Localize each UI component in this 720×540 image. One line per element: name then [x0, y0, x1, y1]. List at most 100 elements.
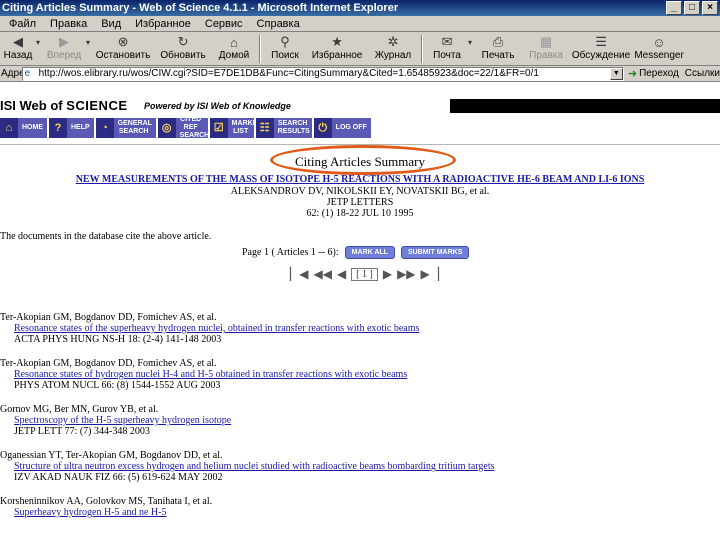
- minimize-button[interactable]: _: [666, 1, 682, 15]
- messenger-icon: ☺: [652, 34, 666, 50]
- list-item: Gornov MG, Ber MN, Gurov YB, et al. Spec…: [0, 404, 720, 437]
- refresh-button[interactable]: ↻ Обновить: [154, 32, 212, 66]
- address-url[interactable]: http://wos.elibrary.ru/wos/CIW.cgi?SID=E…: [39, 68, 610, 79]
- cited-article-title-link[interactable]: NEW MEASUREMENTS OF THE MASS OF ISOTOPE …: [0, 174, 720, 185]
- messenger-button[interactable]: ☺ Messenger: [632, 32, 686, 66]
- mark-all-button[interactable]: MARK ALL: [344, 246, 395, 259]
- menu-help[interactable]: Справка: [250, 18, 307, 30]
- record-title-link[interactable]: Superheavy hydrogen H-5 and ne H-5: [0, 507, 720, 518]
- record-title-link[interactable]: Spectroscopy of the H-5 superheavy hydro…: [0, 415, 720, 426]
- maximize-button[interactable]: □: [684, 1, 700, 15]
- forward-dropdown-icon[interactable]: ▾: [86, 38, 90, 47]
- home-label: Домой: [218, 50, 250, 61]
- search-icon: ⚲: [280, 34, 290, 49]
- wos-logo: ISI Web of SCIENCE: [0, 98, 128, 113]
- previous-page-icon[interactable]: ◀: [337, 267, 346, 281]
- address-input[interactable]: e http://wos.elibrary.ru/wos/CIW.cgi?SID…: [21, 66, 624, 81]
- discuss-button[interactable]: ☰ Обсуждение: [570, 32, 632, 66]
- record-title-link[interactable]: Resonance states of the superheavy hydro…: [0, 323, 720, 334]
- wos-header: ISI Web of SCIENCE Powered by ISI Web of…: [0, 98, 720, 114]
- print-label: Печать: [481, 50, 515, 61]
- menu-bar: Файл Правка Вид Избранное Сервис Справка: [0, 16, 720, 32]
- address-dropdown-icon[interactable]: ▼: [609, 67, 623, 80]
- back-dropdown-icon[interactable]: ▾: [36, 38, 40, 47]
- favorites-icon: ★: [331, 34, 343, 49]
- nav-log-off-label: LOG OFF: [335, 124, 367, 131]
- nav-help-button[interactable]: ? HELP: [49, 118, 94, 138]
- next-page-icon[interactable]: ▶: [383, 267, 392, 281]
- nav-marked-list-button[interactable]: ☑ MARKED LIST: [209, 118, 263, 138]
- record-source: ACTA PHYS HUNG NS-H 18: (2-4) 141-148 20…: [14, 334, 222, 345]
- go-arrow-icon: ➜: [627, 68, 638, 80]
- nav-home-label: HOME: [22, 124, 43, 131]
- nav-home-button[interactable]: ⌂ HOME: [0, 118, 47, 138]
- close-button[interactable]: ×: [702, 1, 718, 15]
- stop-icon: ⊗: [117, 34, 129, 49]
- go-button[interactable]: ➜ Переход: [628, 67, 679, 80]
- back-button[interactable]: ◀ Назад: [0, 32, 36, 66]
- wos-nav-bar: ⌂ HOME ? HELP ◔ GENERAL SEARCH ◎ CITED R…: [0, 116, 373, 139]
- intro-text: The documents in the database cite the a…: [0, 231, 212, 242]
- submit-marks-button[interactable]: SUBMIT MARKS: [400, 246, 470, 259]
- page-content: ISI Web of SCIENCE Powered by ISI Web of…: [0, 84, 720, 540]
- back-arrow-icon: ◀: [13, 34, 23, 49]
- first-page-icon[interactable]: ▏◀: [290, 267, 308, 281]
- record-title-link[interactable]: Structure of ultra neutron excess hydrog…: [0, 461, 720, 472]
- nav-help-label: HELP: [71, 124, 90, 131]
- cited-article-authors: ALEKSANDROV DV, NIKOLSKII EY, NOVATSKII …: [230, 186, 490, 197]
- list-item: Oganessian YT, Ter-Akopian GM, Bogdanov …: [0, 450, 720, 483]
- cited-ref-search-icon: ◎: [157, 118, 176, 138]
- history-icon: ✲: [387, 34, 399, 49]
- menu-view[interactable]: Вид: [94, 18, 128, 30]
- page-navigation: ▏◀ ◀◀ ◀ [ 1 ] ▶ ▶▶ ▶▕: [290, 267, 439, 281]
- discuss-label: Обсуждение: [571, 50, 631, 61]
- nav-cited-ref-search-button[interactable]: ◎ CITED REF SEARCH: [157, 116, 209, 139]
- marked-list-icon: ☑: [209, 118, 228, 138]
- title-highlight-ellipse: [270, 145, 456, 175]
- browser-toolbar: ◀ Назад ▾ ▶ Вперед ▾ ⊗ Остановить ↻ Обно…: [0, 32, 720, 66]
- menu-file[interactable]: Файл: [2, 18, 43, 30]
- back-label: Назад: [3, 50, 33, 61]
- nav-search-results-button[interactable]: ☷ SEARCH RESULTS: [255, 118, 312, 138]
- menu-tools[interactable]: Сервис: [198, 18, 250, 30]
- search-button[interactable]: ⚲ Поиск: [264, 32, 306, 66]
- record-authors: Gornov MG, Ber MN, Gurov YB, et al.: [0, 404, 159, 415]
- discuss-icon: ☰: [595, 34, 607, 49]
- wos-logo-prefix: ISI Web of: [0, 98, 67, 113]
- mail-button[interactable]: ✉ Почта: [426, 32, 468, 66]
- search-results-icon: ☷: [255, 118, 274, 138]
- last-page-icon[interactable]: ▶▕: [421, 267, 439, 281]
- window-title-bar: Citing Articles Summary - Web of Science…: [0, 0, 720, 16]
- links-button[interactable]: Ссылки: [685, 68, 720, 79]
- next-ten-icon[interactable]: ▶▶: [397, 267, 415, 281]
- menu-favorites[interactable]: Избранное: [128, 18, 198, 30]
- favorites-label: Избранное: [311, 50, 363, 61]
- mail-dropdown-icon[interactable]: ▾: [468, 38, 472, 47]
- forward-label: Вперед: [46, 50, 82, 61]
- menu-edit[interactable]: Правка: [43, 18, 94, 30]
- list-item: Ter-Akopian GM, Bogdanov DD, Fomichev AS…: [0, 312, 720, 345]
- previous-ten-icon[interactable]: ◀◀: [313, 267, 331, 281]
- nav-marked-list-label: MARKED LIST: [231, 120, 263, 135]
- nav-general-search-button[interactable]: ◔ GENERAL SEARCH: [95, 118, 156, 138]
- log-off-icon: ⏻: [313, 118, 332, 138]
- stop-button[interactable]: ⊗ Остановить: [92, 32, 154, 66]
- favorites-button[interactable]: ★ Избранное: [306, 32, 368, 66]
- edit-icon: ▦: [539, 34, 553, 49]
- go-label: Переход: [639, 68, 679, 79]
- current-page: [ 1 ]: [351, 267, 378, 281]
- refresh-icon: ↻: [177, 34, 189, 49]
- home-button[interactable]: ⌂ Домой: [212, 32, 256, 66]
- history-label: Журнал: [374, 50, 412, 61]
- forward-button[interactable]: ▶ Вперед: [42, 32, 86, 66]
- nav-log-off-button[interactable]: ⏻ LOG OFF: [313, 118, 371, 138]
- mail-icon: ✉: [441, 34, 453, 49]
- refresh-label: Обновить: [160, 50, 206, 61]
- home-icon: ⌂: [230, 34, 238, 50]
- print-button[interactable]: ⎙ Печать: [474, 32, 522, 66]
- edit-button[interactable]: ▦ Правка: [522, 32, 570, 66]
- toolbar-separator: [421, 35, 424, 63]
- record-authors: Ter-Akopian GM, Bogdanov DD, Fomichev AS…: [0, 358, 217, 369]
- record-title-link[interactable]: Resonance states of hydrogen nuclei H-4 …: [0, 369, 720, 380]
- history-button[interactable]: ✲ Журнал: [368, 32, 418, 66]
